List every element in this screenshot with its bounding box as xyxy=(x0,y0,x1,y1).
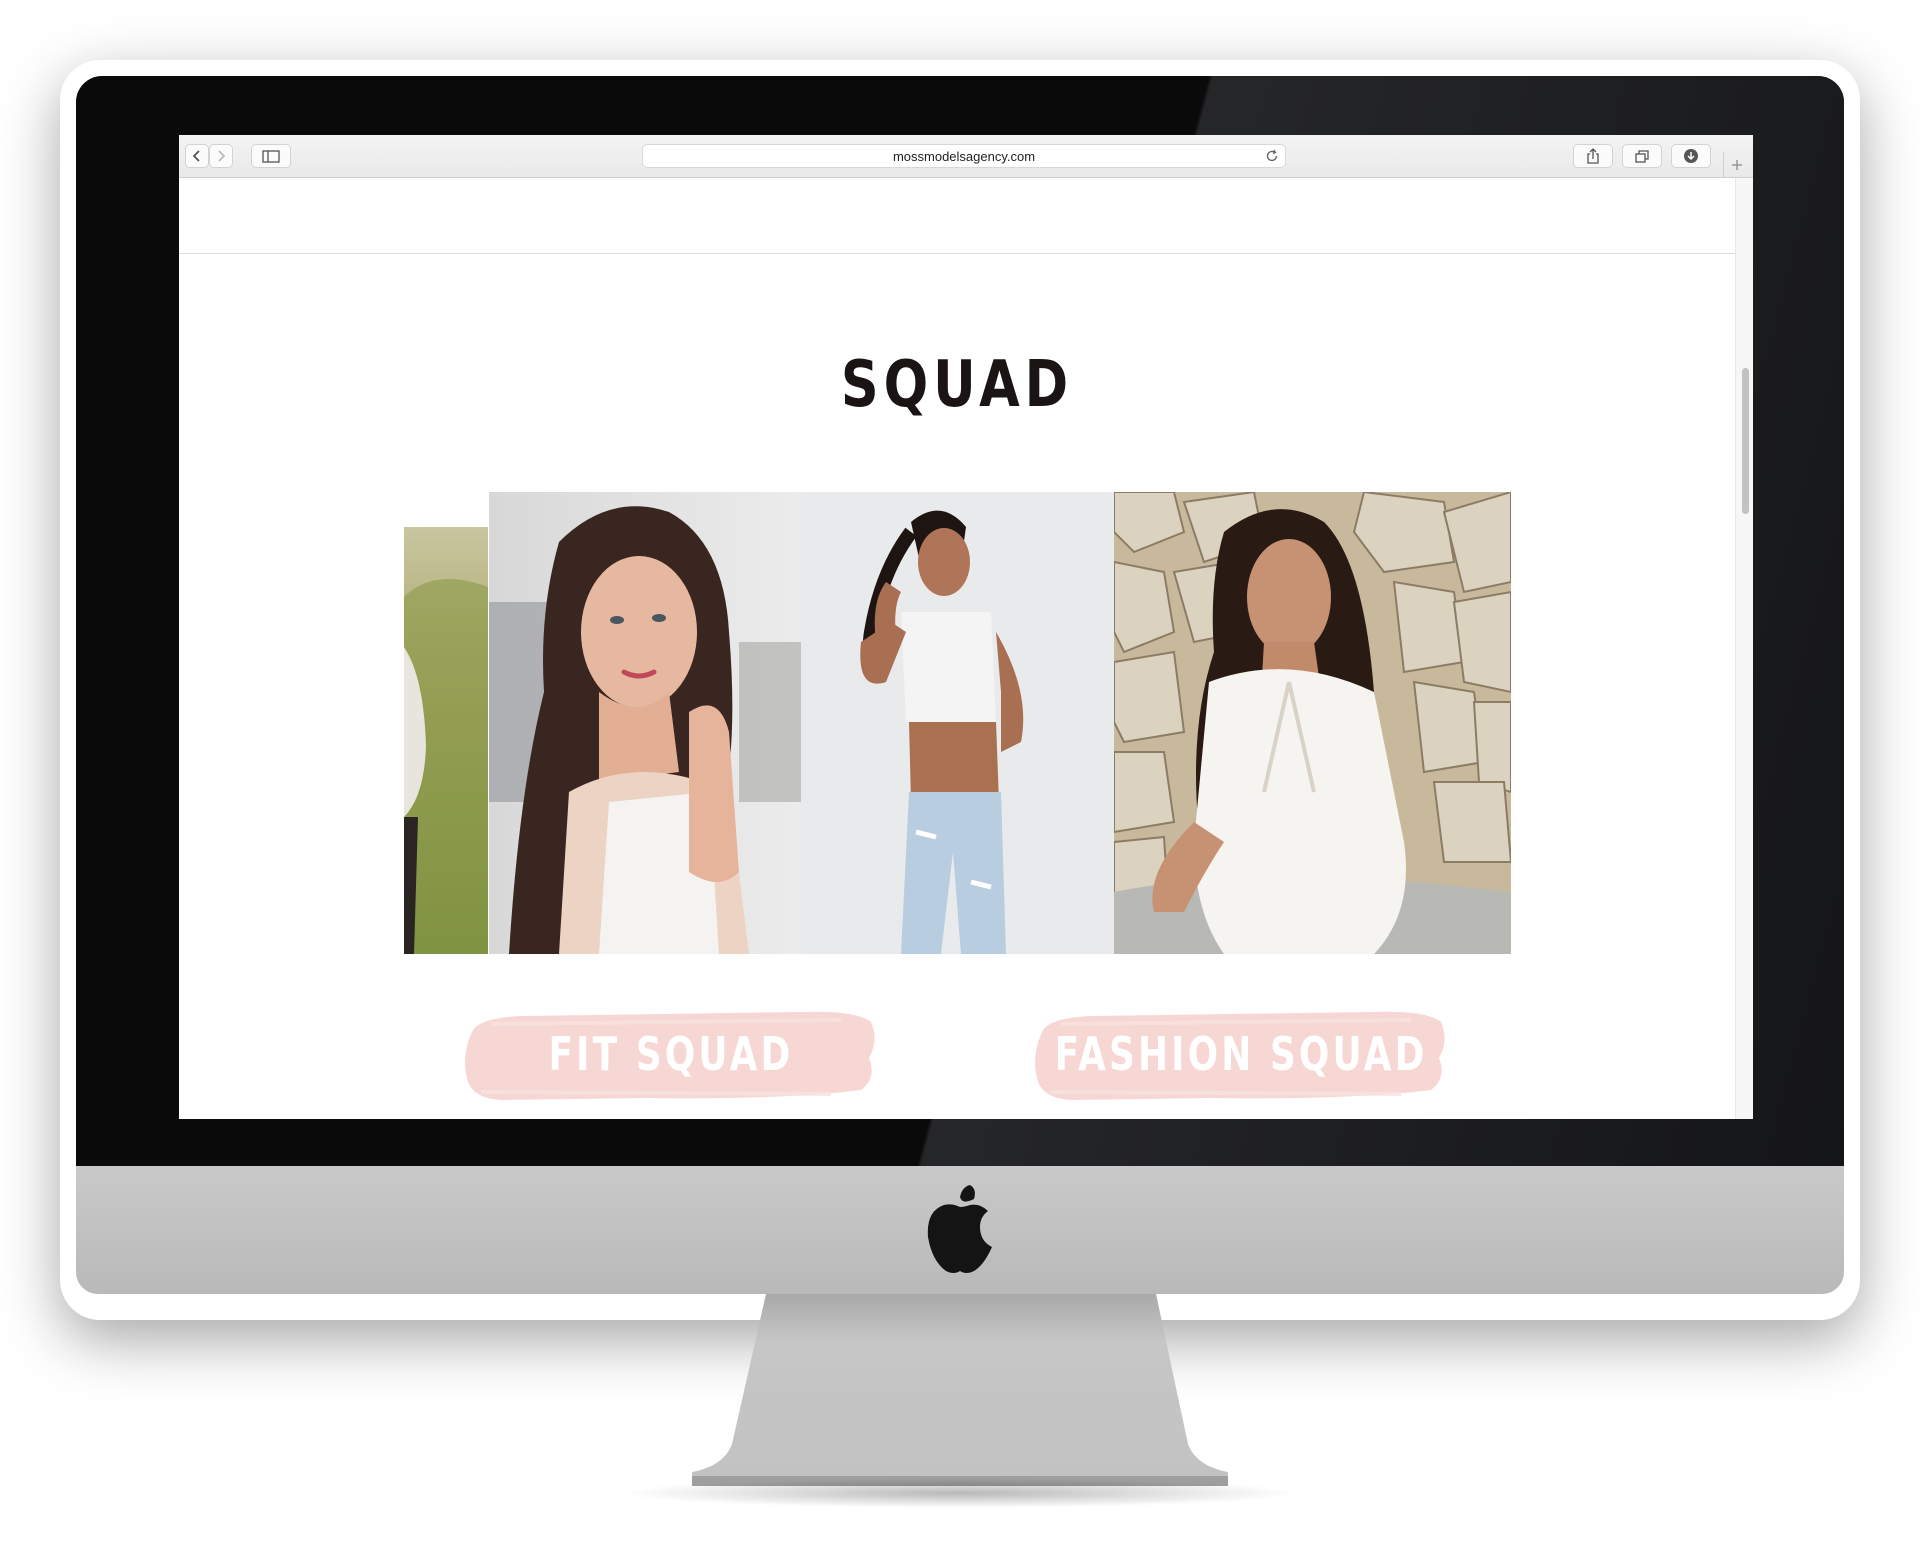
sidebar-button[interactable] xyxy=(251,144,291,168)
header-divider xyxy=(179,253,1735,254)
scrollbar-track[interactable] xyxy=(1735,178,1753,1119)
address-bar[interactable]: mossmodelsagency.com xyxy=(642,144,1286,168)
scrollbar-thumb[interactable] xyxy=(1742,368,1749,514)
web-page: SQUAD FIT SQUAD FASHION SQUAD xyxy=(179,178,1735,1119)
sidebar-icon xyxy=(262,149,280,163)
forward-button[interactable] xyxy=(209,144,233,168)
fashion-squad-label: FASHION SQUAD xyxy=(1054,1027,1428,1081)
forward-arrow-icon xyxy=(218,150,226,162)
browser-window: mossmodelsagency.com SQUAD FIT SQUAD FAS… xyxy=(179,135,1753,1119)
tabs-icon xyxy=(1635,149,1649,163)
tabs-overview-button[interactable] xyxy=(1622,144,1662,168)
stand-shadow xyxy=(620,1478,1300,1508)
apple-logo-icon xyxy=(927,1185,992,1273)
fit-squad-button[interactable]: FIT SQUAD xyxy=(461,1000,881,1108)
back-arrow-icon xyxy=(192,150,200,162)
reload-icon[interactable] xyxy=(1265,149,1279,163)
back-button[interactable] xyxy=(185,144,209,168)
model-photo-fashion[interactable] xyxy=(1114,492,1511,954)
share-icon xyxy=(1587,148,1599,164)
browser-toolbar: mossmodelsagency.com xyxy=(179,135,1753,178)
new-tab-button[interactable] xyxy=(1723,152,1750,177)
download-icon xyxy=(1684,149,1698,163)
downloads-button[interactable] xyxy=(1671,144,1711,168)
imac-stand xyxy=(692,1294,1228,1486)
model-photo-partial[interactable] xyxy=(404,527,488,954)
model-photo-fitness[interactable] xyxy=(801,492,1114,954)
share-button[interactable] xyxy=(1573,144,1613,168)
fit-squad-label: FIT SQUAD xyxy=(548,1027,794,1081)
address-text: mossmodelsagency.com xyxy=(892,149,1036,164)
plus-icon xyxy=(1732,159,1742,170)
fashion-squad-button[interactable]: FASHION SQUAD xyxy=(1031,1000,1451,1108)
model-photo-portrait[interactable] xyxy=(489,492,801,954)
section-title: SQUAD xyxy=(840,348,1074,422)
